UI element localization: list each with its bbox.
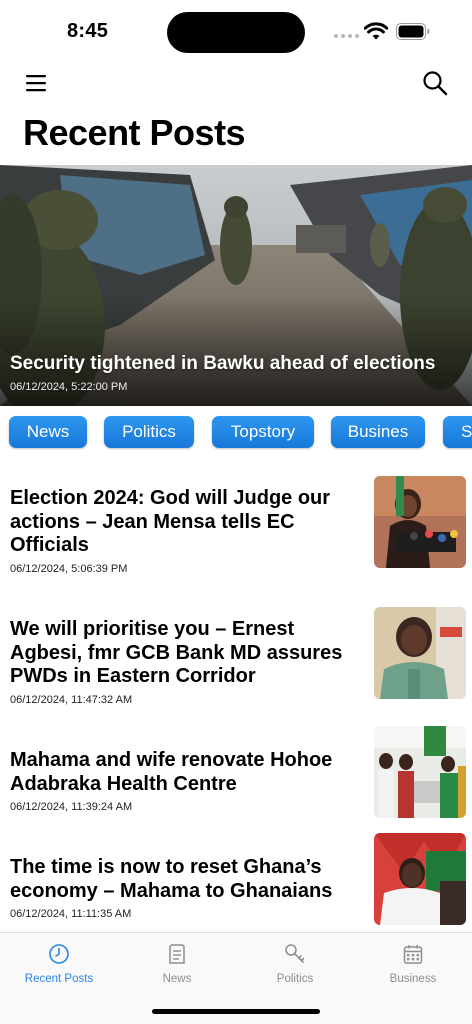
- category-chip-topstory[interactable]: Topstory: [212, 416, 314, 448]
- home-indicator[interactable]: [152, 1009, 320, 1014]
- post-date: 06/12/2024, 11:11:35 AM: [10, 908, 132, 920]
- menu-icon[interactable]: [24, 72, 48, 94]
- tab-label: Recent Posts: [24, 973, 94, 985]
- clock-icon: [49, 944, 69, 964]
- category-chip-news[interactable]: News: [9, 416, 87, 448]
- featured-post-title[interactable]: Security tightened in Bawku ahead of ele…: [10, 353, 435, 375]
- search-icon[interactable]: [422, 70, 448, 96]
- post-title[interactable]: Election 2024: God will Judge our action…: [10, 487, 366, 558]
- post-date: 06/12/2024, 11:47:32 AM: [10, 694, 133, 706]
- key-icon: [285, 944, 305, 963]
- tab-business[interactable]: Business: [354, 933, 472, 993]
- cellular-signal-icon: [334, 34, 359, 38]
- tab-politics[interactable]: Politics: [236, 933, 354, 993]
- tab-news[interactable]: News: [118, 933, 236, 993]
- post-title[interactable]: The time is now to reset Ghana’s economy…: [10, 856, 366, 903]
- post-thumbnail: [374, 833, 466, 925]
- newspaper-icon: [169, 944, 185, 964]
- tab-label: News: [162, 973, 192, 985]
- post-title[interactable]: Mahama and wife renovate Hohoe Adabraka …: [10, 749, 366, 796]
- category-chips[interactable]: News Politics Topstory Busines S: [0, 414, 472, 450]
- dynamic-island: [167, 12, 305, 53]
- featured-post-date: 06/12/2024, 5:22:00 PM: [10, 381, 128, 393]
- status-bar: 8:45: [0, 0, 472, 62]
- tab-label: Politics: [276, 973, 314, 985]
- post-thumbnail: [374, 607, 466, 699]
- calendar-icon: [403, 945, 423, 964]
- category-chip-sports[interactable]: S: [443, 416, 472, 448]
- category-chip-politics[interactable]: Politics: [104, 416, 194, 448]
- status-time: 8:45: [67, 20, 109, 42]
- post-title[interactable]: We will prioritise you – Ernest Agbesi, …: [10, 618, 366, 689]
- post-thumbnail: [374, 726, 466, 818]
- page-title: Recent Posts: [23, 112, 246, 153]
- battery-icon: [396, 23, 430, 40]
- wifi-icon: [364, 22, 388, 40]
- tab-label: Business: [389, 973, 437, 985]
- post-thumbnail: [374, 476, 466, 568]
- post-date: 06/12/2024, 11:39:24 AM: [10, 801, 133, 813]
- category-chip-business[interactable]: Busines: [331, 416, 425, 448]
- tab-recent-posts[interactable]: Recent Posts: [0, 933, 118, 993]
- post-date: 06/12/2024, 5:06:39 PM: [10, 563, 128, 575]
